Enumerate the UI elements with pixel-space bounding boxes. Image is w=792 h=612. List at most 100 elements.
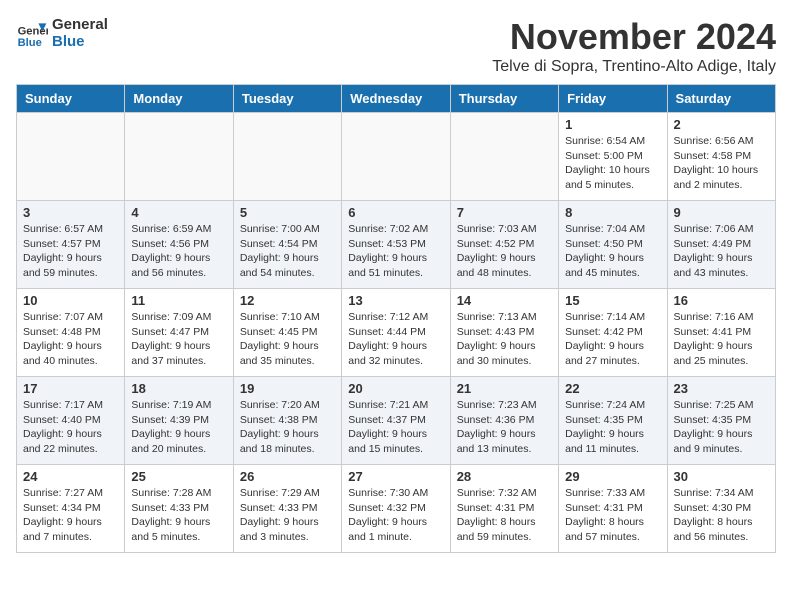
- weekday-header: Thursday: [450, 85, 558, 113]
- calendar-cell: 6 Sunrise: 7:02 AM Sunset: 4:53 PM Daylig…: [342, 201, 450, 289]
- calendar-cell: 4 Sunrise: 6:59 AM Sunset: 4:56 PM Daylig…: [125, 201, 233, 289]
- calendar-cell: 12Sunrise: 7:10 AM Sunset: 4:45 PM Dayli…: [233, 289, 341, 377]
- month-title: November 2024: [492, 16, 776, 58]
- logo-line2: Blue: [52, 33, 108, 50]
- day-info: Sunrise: 7:27 AM Sunset: 4:34 PM Dayligh…: [23, 486, 118, 545]
- day-info: Sunrise: 7:00 AM Sunset: 4:54 PM Dayligh…: [240, 222, 335, 281]
- calendar-cell: 8 Sunrise: 7:04 AM Sunset: 4:50 PM Daylig…: [559, 201, 667, 289]
- day-number: 22: [565, 381, 660, 396]
- calendar-week-row: 17 Sunrise: 7:17 AM Sunset: 4:40 PM Dayli…: [17, 377, 776, 465]
- day-info: Sunrise: 6:56 AM Sunset: 4:58 PM Dayligh…: [674, 134, 769, 193]
- day-number: 20: [348, 381, 443, 396]
- calendar-cell: [342, 113, 450, 201]
- day-info: Sunrise: 7:04 AM Sunset: 4:50 PM Dayligh…: [565, 222, 660, 281]
- day-number: 1: [565, 117, 660, 132]
- calendar-week-row: 10 Sunrise: 7:07 AM Sunset: 4:48 PM Dayli…: [17, 289, 776, 377]
- svg-text:Blue: Blue: [18, 37, 42, 49]
- day-number: 2: [674, 117, 769, 132]
- calendar-cell: 27 Sunrise: 7:30 AM Sunset: 4:32 PM Dayli…: [342, 465, 450, 553]
- calendar-cell: 25Sunrise: 7:28 AM Sunset: 4:33 PM Dayli…: [125, 465, 233, 553]
- calendar-cell: 23 Sunrise: 7:25 AM Sunset: 4:35 PM Dayli…: [667, 377, 775, 465]
- day-info: Sunrise: 7:06 AM Sunset: 4:49 PM Dayligh…: [674, 222, 769, 281]
- calendar-cell: [233, 113, 341, 201]
- day-info: Sunrise: 7:19 AM Sunset: 4:39 PM Dayligh…: [131, 398, 226, 457]
- calendar-cell: 22 Sunrise: 7:24 AM Sunset: 4:35 PM Dayli…: [559, 377, 667, 465]
- day-number: 17: [23, 381, 118, 396]
- calendar-week-row: 24Sunrise: 7:27 AM Sunset: 4:34 PM Dayli…: [17, 465, 776, 553]
- day-info: Sunrise: 7:30 AM Sunset: 4:32 PM Dayligh…: [348, 486, 443, 545]
- weekday-header: Saturday: [667, 85, 775, 113]
- calendar-cell: 29 Sunrise: 7:33 AM Sunset: 4:31 PM Dayli…: [559, 465, 667, 553]
- day-number: 27: [348, 469, 443, 484]
- calendar: SundayMondayTuesdayWednesdayThursdayFrid…: [16, 84, 776, 553]
- day-info: Sunrise: 7:33 AM Sunset: 4:31 PM Dayligh…: [565, 486, 660, 545]
- day-number: 30: [674, 469, 769, 484]
- weekday-header: Tuesday: [233, 85, 341, 113]
- day-number: 12: [240, 293, 335, 308]
- day-number: 16: [674, 293, 769, 308]
- day-info: Sunrise: 7:16 AM Sunset: 4:41 PM Dayligh…: [674, 310, 769, 369]
- calendar-cell: 21 Sunrise: 7:23 AM Sunset: 4:36 PM Dayli…: [450, 377, 558, 465]
- day-number: 7: [457, 205, 552, 220]
- day-info: Sunrise: 7:03 AM Sunset: 4:52 PM Dayligh…: [457, 222, 552, 281]
- weekday-header: Sunday: [17, 85, 125, 113]
- weekday-header-row: SundayMondayTuesdayWednesdayThursdayFrid…: [17, 85, 776, 113]
- calendar-cell: 13 Sunrise: 7:12 AM Sunset: 4:44 PM Dayli…: [342, 289, 450, 377]
- day-number: 18: [131, 381, 226, 396]
- calendar-cell: 18 Sunrise: 7:19 AM Sunset: 4:39 PM Dayli…: [125, 377, 233, 465]
- calendar-week-row: 3Sunrise: 6:57 AM Sunset: 4:57 PM Daylig…: [17, 201, 776, 289]
- day-info: Sunrise: 7:34 AM Sunset: 4:30 PM Dayligh…: [674, 486, 769, 545]
- calendar-cell: 19Sunrise: 7:20 AM Sunset: 4:38 PM Dayli…: [233, 377, 341, 465]
- day-info: Sunrise: 7:24 AM Sunset: 4:35 PM Dayligh…: [565, 398, 660, 457]
- day-number: 26: [240, 469, 335, 484]
- day-info: Sunrise: 7:25 AM Sunset: 4:35 PM Dayligh…: [674, 398, 769, 457]
- logo-line1: General: [52, 16, 108, 33]
- day-number: 28: [457, 469, 552, 484]
- calendar-cell: [450, 113, 558, 201]
- calendar-cell: 11 Sunrise: 7:09 AM Sunset: 4:47 PM Dayli…: [125, 289, 233, 377]
- day-number: 4: [131, 205, 226, 220]
- day-info: Sunrise: 7:07 AM Sunset: 4:48 PM Dayligh…: [23, 310, 118, 369]
- day-number: 9: [674, 205, 769, 220]
- day-number: 23: [674, 381, 769, 396]
- day-number: 8: [565, 205, 660, 220]
- day-number: 29: [565, 469, 660, 484]
- calendar-cell: [17, 113, 125, 201]
- calendar-cell: 7 Sunrise: 7:03 AM Sunset: 4:52 PM Daylig…: [450, 201, 558, 289]
- calendar-cell: 3Sunrise: 6:57 AM Sunset: 4:57 PM Daylig…: [17, 201, 125, 289]
- day-info: Sunrise: 7:09 AM Sunset: 4:47 PM Dayligh…: [131, 310, 226, 369]
- calendar-cell: 17 Sunrise: 7:17 AM Sunset: 4:40 PM Dayli…: [17, 377, 125, 465]
- logo-icon: General Blue: [16, 17, 48, 49]
- calendar-cell: 1 Sunrise: 6:54 AM Sunset: 5:00 PM Daylig…: [559, 113, 667, 201]
- day-info: Sunrise: 7:12 AM Sunset: 4:44 PM Dayligh…: [348, 310, 443, 369]
- calendar-cell: 30 Sunrise: 7:34 AM Sunset: 4:30 PM Dayli…: [667, 465, 775, 553]
- day-number: 14: [457, 293, 552, 308]
- calendar-cell: 9 Sunrise: 7:06 AM Sunset: 4:49 PM Daylig…: [667, 201, 775, 289]
- day-info: Sunrise: 7:29 AM Sunset: 4:33 PM Dayligh…: [240, 486, 335, 545]
- day-number: 13: [348, 293, 443, 308]
- day-info: Sunrise: 7:17 AM Sunset: 4:40 PM Dayligh…: [23, 398, 118, 457]
- day-info: Sunrise: 6:59 AM Sunset: 4:56 PM Dayligh…: [131, 222, 226, 281]
- day-info: Sunrise: 7:23 AM Sunset: 4:36 PM Dayligh…: [457, 398, 552, 457]
- calendar-cell: 16 Sunrise: 7:16 AM Sunset: 4:41 PM Dayli…: [667, 289, 775, 377]
- weekday-header: Friday: [559, 85, 667, 113]
- calendar-week-row: 1 Sunrise: 6:54 AM Sunset: 5:00 PM Daylig…: [17, 113, 776, 201]
- weekday-header: Monday: [125, 85, 233, 113]
- day-info: Sunrise: 7:13 AM Sunset: 4:43 PM Dayligh…: [457, 310, 552, 369]
- day-info: Sunrise: 7:02 AM Sunset: 4:53 PM Dayligh…: [348, 222, 443, 281]
- calendar-cell: 15Sunrise: 7:14 AM Sunset: 4:42 PM Dayli…: [559, 289, 667, 377]
- calendar-cell: 2 Sunrise: 6:56 AM Sunset: 4:58 PM Daylig…: [667, 113, 775, 201]
- day-info: Sunrise: 7:32 AM Sunset: 4:31 PM Dayligh…: [457, 486, 552, 545]
- day-number: 15: [565, 293, 660, 308]
- location-subtitle: Telve di Sopra, Trentino-Alto Adige, Ita…: [492, 58, 776, 76]
- day-number: 10: [23, 293, 118, 308]
- day-number: 3: [23, 205, 118, 220]
- day-number: 6: [348, 205, 443, 220]
- calendar-cell: [125, 113, 233, 201]
- day-number: 11: [131, 293, 226, 308]
- calendar-cell: 5Sunrise: 7:00 AM Sunset: 4:54 PM Daylig…: [233, 201, 341, 289]
- calendar-cell: 10 Sunrise: 7:07 AM Sunset: 4:48 PM Dayli…: [17, 289, 125, 377]
- day-number: 25: [131, 469, 226, 484]
- day-number: 21: [457, 381, 552, 396]
- day-info: Sunrise: 6:54 AM Sunset: 5:00 PM Dayligh…: [565, 134, 660, 193]
